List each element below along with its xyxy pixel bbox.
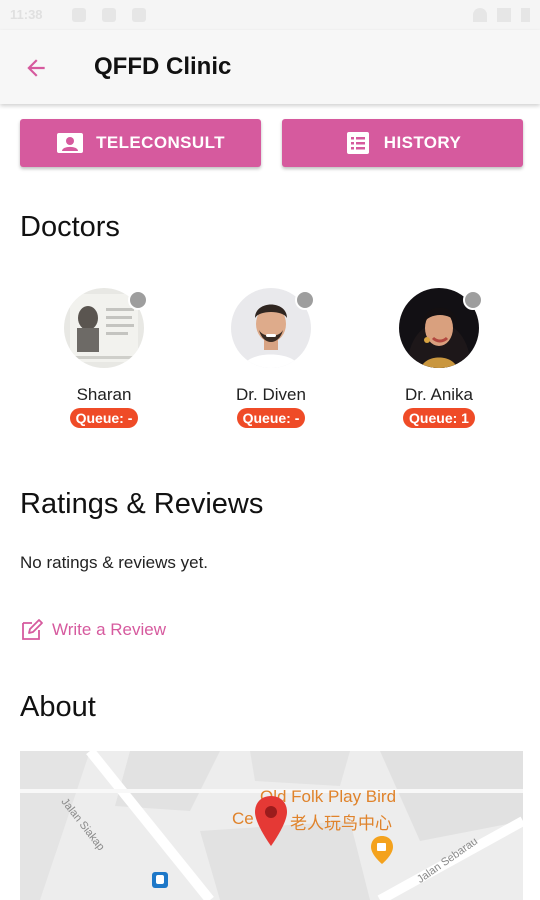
system-icons xyxy=(473,8,530,22)
doctor-card[interactable]: Dr. Diven Queue: - xyxy=(196,288,346,428)
status-bar: 11:38 xyxy=(0,0,540,30)
no-reviews-text: No ratings & reviews yet. xyxy=(20,553,209,572)
app-bar: QFFD Clinic xyxy=(0,30,540,104)
cafe-icon xyxy=(371,836,393,864)
page-title: QFFD Clinic xyxy=(94,53,232,80)
status-time: 11:38 xyxy=(10,7,43,22)
arrow-back-icon xyxy=(27,59,45,77)
place-label-cn: 老人玩鸟中心 xyxy=(290,814,392,833)
list-icon xyxy=(344,131,372,155)
notification-icon xyxy=(72,8,86,22)
account-box-icon xyxy=(56,131,84,155)
doctor-name: Dr. Diven xyxy=(236,385,306,404)
offline-status-icon xyxy=(295,290,315,310)
doctor-card[interactable]: Dr. Anika Queue: 1 xyxy=(364,288,514,428)
queue-badge: Queue: 1 xyxy=(403,408,475,428)
offline-status-icon xyxy=(463,290,483,310)
reviews-heading: Ratings & Reviews xyxy=(20,488,264,520)
about-heading: About xyxy=(20,691,96,723)
doctors-heading: Doctors xyxy=(20,211,120,243)
notification-icon xyxy=(102,8,116,22)
location-map[interactable]: Jalan Siakap Jalan Sebarau Old Folk Play… xyxy=(20,751,523,900)
edit-icon xyxy=(22,619,43,640)
bus-stop-icon xyxy=(152,872,168,888)
back-button[interactable] xyxy=(20,52,52,84)
notification-icon xyxy=(132,8,146,22)
doctor-name: Dr. Anika xyxy=(404,385,474,404)
teleconsult-button[interactable]: TELECONSULT xyxy=(20,119,261,167)
signal-icon xyxy=(497,8,511,22)
queue-badge: Queue: - xyxy=(236,408,306,428)
teleconsult-label: TELECONSULT xyxy=(96,133,225,152)
notification-icons xyxy=(72,8,146,22)
place-label: Ce xyxy=(232,809,254,828)
queue-badge: Queue: - xyxy=(69,408,139,428)
map-pin-icon[interactable] xyxy=(254,795,288,847)
write-review-link[interactable]: Write a Review xyxy=(20,618,166,642)
doctor-card[interactable]: Sharan Queue: - xyxy=(29,288,179,428)
offline-status-icon xyxy=(128,290,148,310)
history-button[interactable]: HISTORY xyxy=(282,119,523,167)
doctor-name: Sharan xyxy=(76,385,132,404)
history-label: HISTORY xyxy=(383,133,462,152)
battery-icon xyxy=(521,8,530,22)
write-review-label: Write a Review xyxy=(52,620,166,639)
wifi-icon xyxy=(473,8,487,22)
